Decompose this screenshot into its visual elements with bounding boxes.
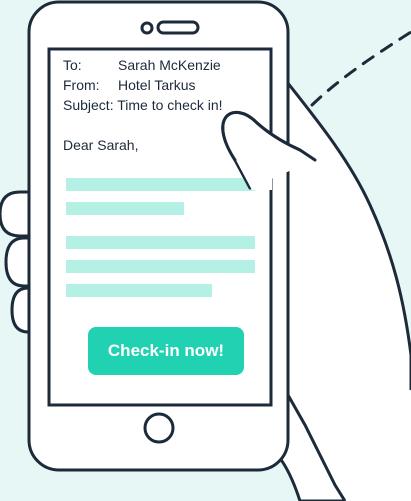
placeholder-line: [66, 260, 255, 273]
check-in-button[interactable]: Check-in now!: [88, 327, 244, 375]
email-to-row: To: Sarah McKenzie: [63, 57, 221, 74]
email-subject-value: Time to check in!: [117, 97, 223, 113]
illustration-stage: To: Sarah McKenzie From: Hotel Tarkus Subj…: [0, 0, 411, 501]
phone-illustration: [0, 0, 411, 501]
email-from-row: From: Hotel Tarkus: [63, 77, 196, 94]
email-greeting: Dear Sarah,: [63, 137, 139, 153]
email-to-label: To:: [63, 57, 82, 73]
dashed-arc-decoration: [310, 30, 411, 107]
placeholder-line: [66, 202, 184, 215]
home-button-icon: [143, 412, 175, 444]
placeholder-line: [66, 236, 255, 249]
email-subject-label: Subject:: [63, 97, 114, 113]
email-to-value: Sarah McKenzie: [118, 57, 221, 73]
email-from-value: Hotel Tarkus: [118, 77, 196, 93]
email-subject-row: Subject: Time to check in!: [63, 97, 223, 114]
placeholder-line: [66, 178, 255, 191]
placeholder-line: [66, 284, 212, 297]
email-from-label: From:: [63, 77, 100, 93]
